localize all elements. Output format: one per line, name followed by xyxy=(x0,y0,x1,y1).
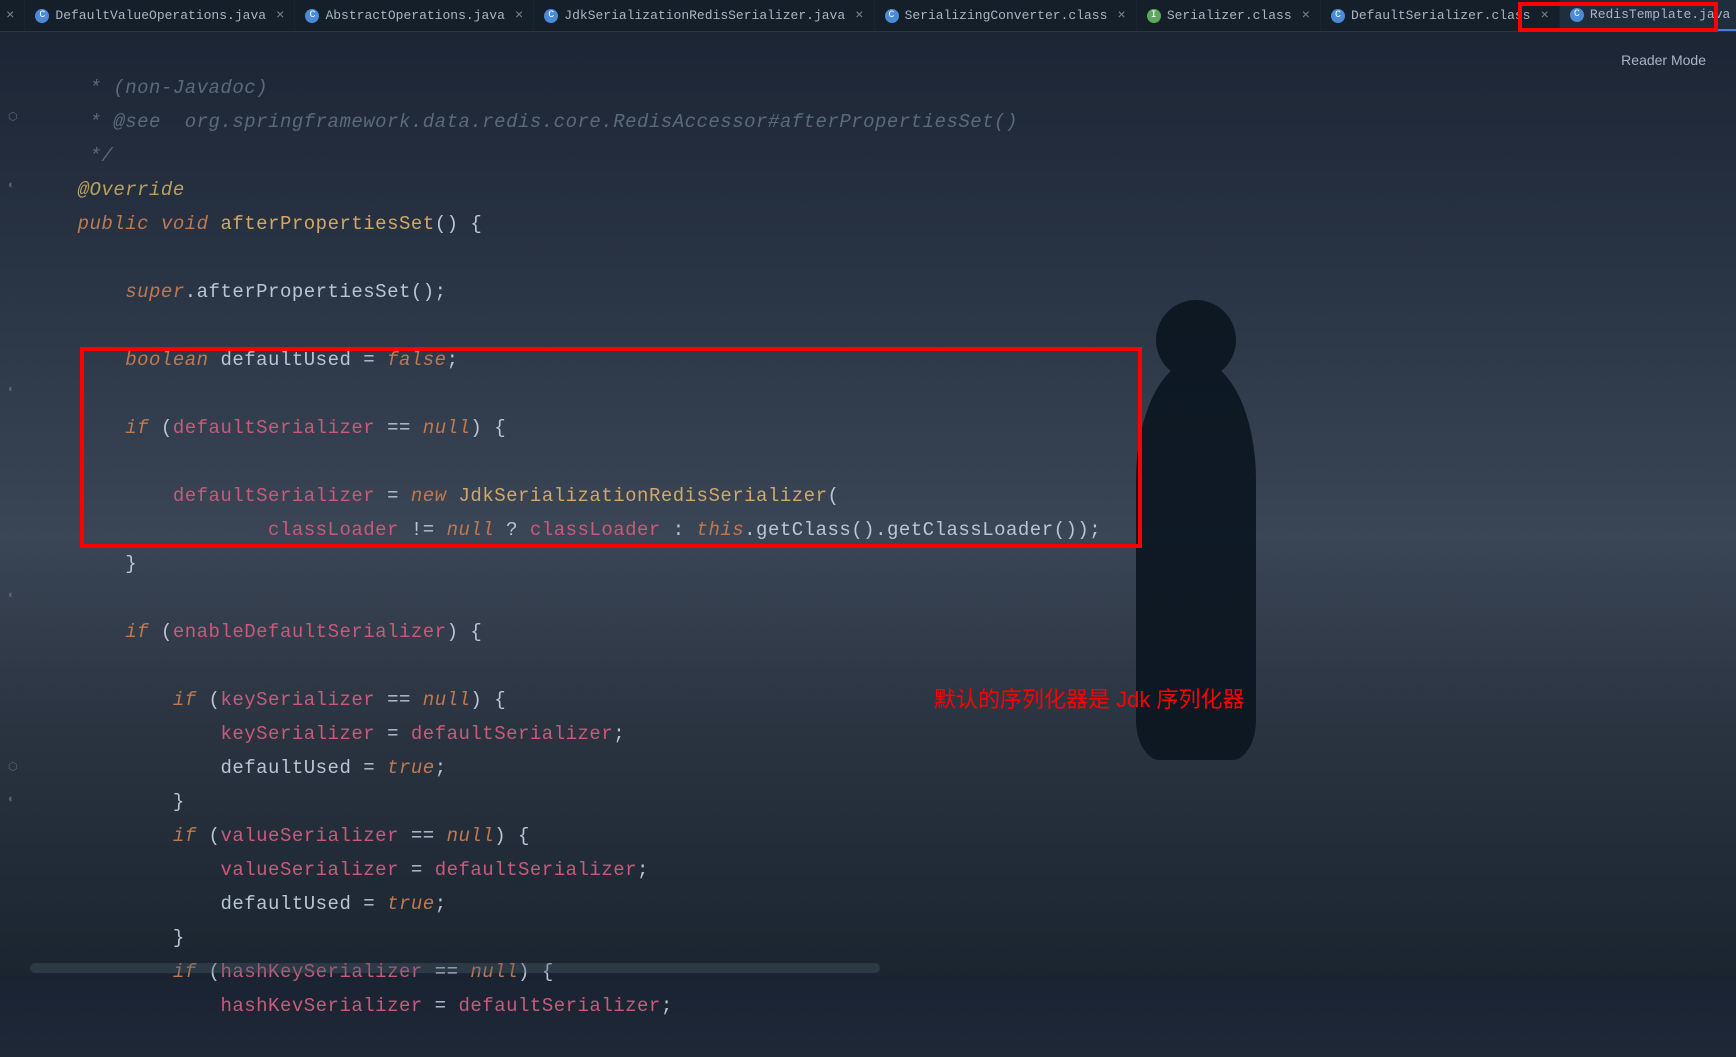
tab-file[interactable]: C DefaultSerializer.class × xyxy=(1321,0,1560,31)
tab-file[interactable]: C JdkSerializationRedisSerializer.java × xyxy=(534,0,874,31)
reader-mode-label[interactable]: Reader Mode xyxy=(1621,52,1706,68)
file-type-icon: I xyxy=(1147,9,1161,23)
tab-file[interactable]: I Serializer.class × xyxy=(1137,0,1321,31)
file-type-icon: C xyxy=(35,9,49,23)
tab-label: DefaultSerializer.class xyxy=(1351,8,1530,23)
close-icon[interactable]: × xyxy=(1117,8,1125,24)
tab-label: RedisTemplate.java xyxy=(1590,7,1730,22)
file-type-icon: C xyxy=(305,9,319,23)
file-type-icon: C xyxy=(1570,8,1584,22)
close-icon[interactable]: × xyxy=(1302,8,1310,24)
tab-bar: × C DefaultValueOperations.java × C AbstractO… xyxy=(0,0,1736,32)
tab-label: JdkSerializationRedisSerializer.java xyxy=(564,8,845,23)
gutter-marker-icon: ◐ xyxy=(8,590,20,602)
file-type-icon: C xyxy=(885,9,899,23)
file-type-icon: C xyxy=(1331,9,1345,23)
close-icon[interactable]: × xyxy=(276,8,284,24)
tab-label: AbstractOperations.java xyxy=(325,8,504,23)
code-content: * (non-Javadoc) * @see org.springframewo… xyxy=(30,32,1736,1057)
tab-file[interactable]: C AbstractOperations.java × xyxy=(295,0,534,31)
tab-partial[interactable]: × xyxy=(0,0,25,31)
horizontal-scrollbar[interactable] xyxy=(30,963,880,973)
close-icon[interactable]: × xyxy=(6,8,14,24)
editor-gutter: ⬡ ◐ ◐ ◐ ⬡ ◐ xyxy=(0,32,28,1057)
file-type-icon: C xyxy=(544,9,558,23)
tab-file[interactable]: C SerializingConverter.class × xyxy=(875,0,1137,31)
tab-label: DefaultValueOperations.java xyxy=(55,8,266,23)
gutter-marker-icon: ◐ xyxy=(8,384,20,396)
tab-label: Serializer.class xyxy=(1167,8,1292,23)
tab-file[interactable]: CRedisTemplate.java× xyxy=(1560,0,1736,31)
gutter-override-icon: ◐ xyxy=(8,180,20,192)
annotation-comment: 默认的序列化器是 Jdk 序列化器 xyxy=(934,682,1244,714)
code-editor[interactable]: ⬡ ◐ ◐ ◐ ⬡ ◐ * (non-Javadoc) * @see org.s… xyxy=(0,32,1736,1057)
close-icon[interactable]: × xyxy=(1540,8,1548,24)
gutter-marker-icon: ⬡ xyxy=(8,760,20,772)
tab-label: SerializingConverter.class xyxy=(905,8,1108,23)
close-icon[interactable]: × xyxy=(515,8,523,24)
gutter-marker-icon: ⬡ xyxy=(8,110,20,122)
tab-file[interactable]: C DefaultValueOperations.java × xyxy=(25,0,295,31)
close-icon[interactable]: × xyxy=(855,8,863,24)
gutter-marker-icon: ◐ xyxy=(8,794,20,806)
